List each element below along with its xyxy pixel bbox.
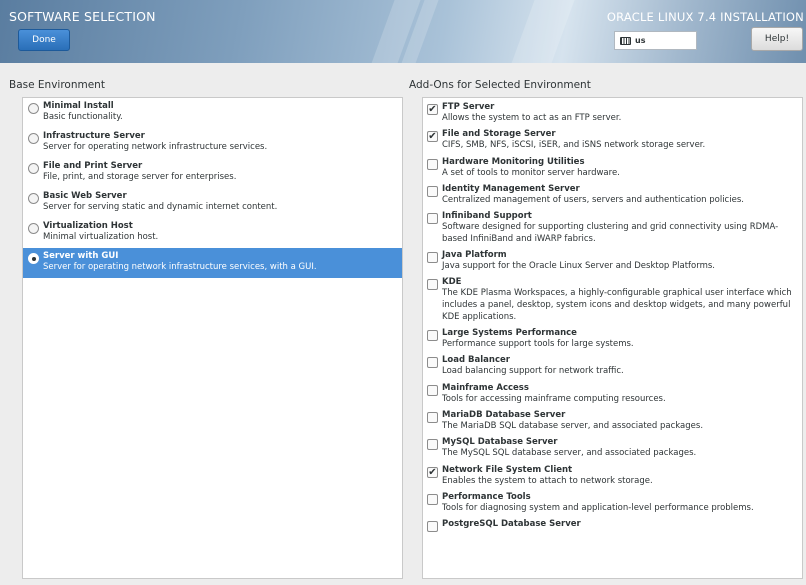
addon-title: Identity Management Server bbox=[442, 183, 580, 194]
checkbox-checked[interactable]: ✔ bbox=[427, 466, 438, 478]
addon-option[interactable]: Load Balancer Load balancing support for … bbox=[423, 354, 802, 379]
addon-title: Load Balancer bbox=[442, 355, 510, 366]
environment-title: File and Print Server bbox=[43, 161, 143, 171]
addon-title: Large Systems Performance bbox=[442, 328, 577, 339]
environment-description: Basic functionality. bbox=[43, 112, 123, 122]
keyboard-icon bbox=[620, 36, 631, 45]
addon-title: Infiniband Support bbox=[442, 211, 532, 222]
addon-title: Mainframe Access bbox=[442, 382, 529, 393]
addon-description: The MySQL SQL database server, and assoc… bbox=[442, 448, 697, 459]
addons-list[interactable]: ✔ FTP Server Allows the system to act as a… bbox=[422, 97, 803, 579]
addon-option[interactable]: ✔ FTP Server Allows the system to act as a… bbox=[423, 101, 802, 126]
environment-description: File, print, and storage server for ente… bbox=[43, 172, 237, 182]
checkbox-checked[interactable]: ✔ bbox=[427, 104, 438, 115]
radio-button[interactable] bbox=[28, 223, 39, 234]
addon-title: MySQL Database Server bbox=[442, 437, 558, 448]
addon-title: FTP Server bbox=[442, 102, 495, 112]
addon-option[interactable]: KDE The KDE Plasma Workspaces, a highly-c… bbox=[423, 276, 802, 324]
header-bar: SOFTWARE SELECTION Done ORACLE LINUX 7.4… bbox=[0, 0, 806, 63]
environment-description: Server for operating network infrastruct… bbox=[43, 142, 268, 152]
checkbox[interactable] bbox=[427, 384, 438, 396]
addon-description: Java support for the Oracle Linux Server… bbox=[442, 261, 716, 272]
addon-option[interactable]: ✔ Network File System Client Enables the s… bbox=[423, 464, 802, 489]
environment-option[interactable]: Basic Web Server Server for serving stati… bbox=[23, 188, 402, 218]
addon-title: MariaDB Database Server bbox=[442, 410, 566, 421]
addon-title: File and Storage Server bbox=[442, 129, 556, 140]
environment-description: Server for operating network infrastruct… bbox=[43, 262, 317, 272]
checkbox[interactable] bbox=[427, 185, 438, 197]
radio-button[interactable] bbox=[28, 133, 39, 144]
addon-option[interactable]: ✔ File and Storage Server CIFS, SMB, NFS, … bbox=[423, 128, 802, 153]
addon-description: Tools for diagnosing system and applicat… bbox=[442, 502, 754, 513]
addon-option[interactable]: Performance Tools Tools for diagnosing sy… bbox=[423, 491, 802, 516]
keyboard-layout-label: us bbox=[635, 36, 646, 45]
addons-heading: Add-Ons for Selected Environment bbox=[409, 79, 591, 91]
addon-title: Performance Tools bbox=[442, 491, 531, 502]
checkbox-checked[interactable]: ✔ bbox=[427, 131, 438, 143]
checkbox[interactable] bbox=[427, 439, 438, 451]
header-decoration bbox=[498, 0, 582, 63]
base-environment-list: Minimal Install Basic functionality. Infra… bbox=[22, 97, 403, 579]
addon-option[interactable]: MySQL Database Server The MySQL SQL datab… bbox=[423, 436, 802, 461]
done-button[interactable]: Done bbox=[18, 29, 70, 51]
addon-title: Java Platform bbox=[442, 250, 507, 261]
addon-title: PostgreSQL Database Server bbox=[442, 519, 581, 530]
addon-title: Hardware Monitoring Utilities bbox=[442, 156, 585, 167]
addon-option[interactable]: Large Systems Performance Performance sup… bbox=[423, 327, 802, 352]
checkbox[interactable] bbox=[427, 213, 438, 225]
checkbox[interactable] bbox=[427, 521, 438, 533]
radio-button[interactable] bbox=[28, 193, 39, 204]
addon-option[interactable]: Mainframe Access Tools for accessing main… bbox=[423, 382, 802, 407]
addon-title: KDE bbox=[442, 277, 462, 288]
help-button[interactable]: Help! bbox=[751, 27, 803, 51]
environment-option[interactable]: Infrastructure Server Server for operatin… bbox=[23, 128, 402, 158]
environment-title: Virtualization Host bbox=[43, 221, 133, 231]
environment-title: Server with GUI bbox=[43, 251, 119, 261]
addon-description: Tools for accessing mainframe computing … bbox=[442, 393, 666, 404]
installer-title: ORACLE LINUX 7.4 INSTALLATION bbox=[606, 10, 804, 24]
checkbox[interactable] bbox=[427, 158, 438, 170]
addon-description: Centralized management of users, servers… bbox=[442, 194, 744, 205]
addon-description: Performance support tools for large syst… bbox=[442, 339, 634, 350]
environment-description: Minimal virtualization host. bbox=[43, 232, 159, 242]
environment-description: Server for serving static and dynamic in… bbox=[43, 202, 278, 212]
addon-description: Software designed for supporting cluster… bbox=[442, 222, 779, 244]
radio-button[interactable] bbox=[28, 163, 39, 174]
page-title: SOFTWARE SELECTION bbox=[9, 9, 156, 24]
addon-option[interactable]: PostgreSQL Database Server bbox=[423, 518, 802, 533]
checkbox[interactable] bbox=[427, 357, 438, 369]
radio-button[interactable] bbox=[28, 103, 39, 114]
environment-option[interactable]: File and Print Server File, print, and st… bbox=[23, 158, 402, 188]
checkbox[interactable] bbox=[427, 279, 438, 291]
environment-title: Minimal Install bbox=[43, 101, 114, 111]
addon-description: A set of tools to monitor server hardwar… bbox=[442, 167, 620, 178]
addon-description: Load balancing support for network traff… bbox=[442, 366, 624, 377]
addon-description: Allows the system to act as an FTP serve… bbox=[442, 113, 622, 123]
addon-option[interactable]: Infiniband Support Software designed for … bbox=[423, 210, 802, 246]
environment-title: Basic Web Server bbox=[43, 191, 127, 201]
addon-title: Network File System Client bbox=[442, 464, 573, 475]
addon-option[interactable]: Hardware Monitoring Utilities A set of to… bbox=[423, 156, 802, 181]
keyboard-layout-selector[interactable]: us bbox=[614, 31, 697, 50]
addon-option[interactable]: MariaDB Database Server The MariaDB SQL d… bbox=[423, 409, 802, 434]
addon-description: The MariaDB SQL database server, and ass… bbox=[442, 421, 704, 432]
base-environment-heading: Base Environment bbox=[9, 79, 105, 91]
addon-description: Enables the system to attach to network … bbox=[442, 475, 653, 486]
checkbox[interactable] bbox=[427, 412, 438, 424]
radio-button[interactable] bbox=[28, 253, 39, 264]
environment-title: Infrastructure Server bbox=[43, 131, 145, 141]
addon-option[interactable]: Identity Management Server Centralized ma… bbox=[423, 183, 802, 208]
environment-option[interactable]: Minimal Install Basic functionality. bbox=[23, 98, 402, 128]
addon-description: CIFS, SMB, NFS, iSCSI, iSER, and iSNS ne… bbox=[442, 140, 706, 151]
addon-option[interactable]: Java Platform Java support for the Oracle… bbox=[423, 249, 802, 274]
environment-option[interactable]: Server with GUI Server for operating netw… bbox=[23, 248, 402, 278]
addon-description: The KDE Plasma Workspaces, a highly-conf… bbox=[442, 288, 792, 322]
checkbox[interactable] bbox=[427, 330, 438, 342]
checkbox[interactable] bbox=[427, 493, 438, 505]
checkbox[interactable] bbox=[427, 252, 438, 264]
environment-option[interactable]: Virtualization Host Minimal virtualizatio… bbox=[23, 218, 402, 248]
